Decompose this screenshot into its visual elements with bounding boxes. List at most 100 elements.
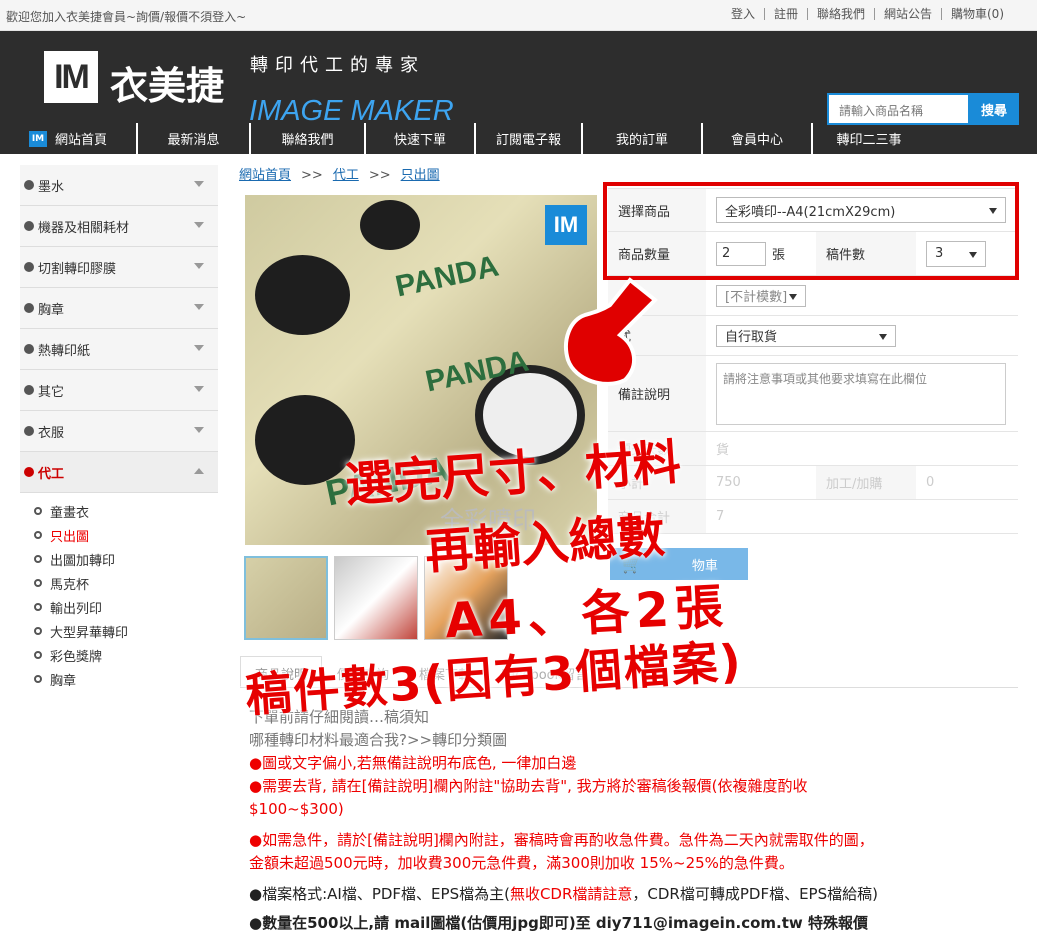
bullet-icon xyxy=(24,385,34,395)
days-value: 貨 xyxy=(716,443,730,458)
main-nav: IM 網站首頁 最新消息 聯絡我們 快速下單 訂閱電子報 我的訂單 會員中心 轉印… xyxy=(0,123,1037,154)
ring-bullet-icon xyxy=(34,579,42,587)
desc-warning: 無收CDR檔請註意 xyxy=(509,885,633,903)
nav-member-center[interactable]: 會員中心 xyxy=(703,123,813,154)
bullet-icon xyxy=(24,344,34,354)
panda-sticker-image xyxy=(255,255,350,335)
delivery-select[interactable]: 自行取貨 xyxy=(716,324,896,347)
search-button[interactable]: 搜尋 xyxy=(969,93,1019,125)
nav-transfer-tips[interactable]: 轉印二三事 xyxy=(813,123,925,154)
category-oem[interactable]: 代工 xyxy=(20,452,218,493)
breadcrumb-current[interactable]: 只出圖 xyxy=(401,168,440,183)
sub-badge[interactable]: 胸章 xyxy=(34,667,218,691)
category-label: 機器及相關耗材 xyxy=(38,220,130,236)
delivery-value: 自行取貨 xyxy=(725,330,778,345)
logo-slogan: 轉印代工的專家 xyxy=(250,55,425,76)
sub-print-transfer[interactable]: 出圖加轉印 xyxy=(34,547,218,571)
sub-sublimation[interactable]: 大型昇華轉印 xyxy=(34,619,218,643)
category-label: 衣服 xyxy=(38,425,65,441)
category-clothes[interactable]: 衣服 xyxy=(20,411,218,452)
chevron-up-icon xyxy=(194,468,204,474)
product-description: 下單前請仔細閱讀…稿須知 哪種轉印材料最適合我?>>轉印分類圖 ●圖或文字偏小,… xyxy=(249,706,1009,935)
mold-value: [不計模數] xyxy=(725,290,788,305)
bullet-icon xyxy=(24,303,34,313)
caret-down-icon xyxy=(789,293,797,300)
desc-line: 金額未超過500元時，加收費300元急件費，滿300則加收 15%~25%的急件… xyxy=(249,854,794,872)
panda-text: PANDA xyxy=(392,249,502,304)
sub-medal[interactable]: 彩色獎牌 xyxy=(34,643,218,667)
cart-button-label: 物車 xyxy=(691,558,718,574)
bullet-icon xyxy=(24,426,34,436)
nav-newsletter[interactable]: 訂閱電子報 xyxy=(476,123,583,154)
ring-bullet-icon xyxy=(34,603,42,611)
chevron-down-icon xyxy=(194,304,204,310)
sub-output-print[interactable]: 輸出列印 xyxy=(34,595,218,619)
sub-print-only[interactable]: 只出圖 xyxy=(34,523,218,547)
pointing-hand-icon xyxy=(564,277,658,386)
chevron-down-icon xyxy=(194,263,204,269)
logo-name[interactable]: 衣美捷 xyxy=(110,55,224,110)
desc-line: ●需要去背, 請在[備註說明]欄內附註"協助去背", 我方將於審稿後報價(依複雜… xyxy=(249,777,808,795)
contact-link[interactable]: 聯絡我們 xyxy=(806,8,874,20)
remark-textarea[interactable]: 請將注意事項或其他要求填寫在此欄位 xyxy=(716,362,1006,425)
thumbnail-1[interactable] xyxy=(244,556,328,640)
nav-my-orders[interactable]: 我的訂單 xyxy=(583,123,703,154)
breadcrumb-home[interactable]: 網站首頁 xyxy=(239,168,291,183)
sub-kids-drawing[interactable]: 童畫衣 xyxy=(34,499,218,523)
category-transfer-paper[interactable]: 熱轉印紙 xyxy=(20,329,218,370)
bullet-icon xyxy=(24,262,34,272)
search-input[interactable]: 請輸入商品名稱 xyxy=(827,93,970,125)
category-ink[interactable]: 墨水 xyxy=(20,165,218,206)
sub-label: 大型昇華轉印 xyxy=(50,625,129,641)
thumbnail-2[interactable] xyxy=(334,556,418,640)
desc-line[interactable]: 哪種轉印材料最適合我?>>轉印分類圖 xyxy=(249,729,1009,752)
logo-mark[interactable]: IM xyxy=(44,51,98,103)
category-label: 胸章 xyxy=(38,302,65,318)
breadcrumb-sep: >> xyxy=(368,168,391,183)
category-machines[interactable]: 機器及相關耗材 xyxy=(20,206,218,247)
mold-select[interactable]: [不計模數] xyxy=(716,284,806,307)
delivery-cell: 自行取貨 xyxy=(706,324,1018,347)
breadcrumb: 網站首頁 >> 代工 >> 只出圖 xyxy=(239,164,440,183)
chevron-down-icon xyxy=(194,345,204,351)
remark-cell: 請將注意事項或其他要求填寫在此欄位 xyxy=(706,362,1018,425)
ring-bullet-icon xyxy=(34,531,42,539)
category-label: 墨水 xyxy=(38,179,65,195)
extra-value: 0 xyxy=(926,475,935,490)
total-row: 商品合計 7 xyxy=(608,500,1018,534)
sub-mug[interactable]: 馬克杯 xyxy=(34,571,218,595)
subtotal-value: 750 xyxy=(716,475,741,490)
highlight-box xyxy=(603,182,1019,280)
bullet-icon xyxy=(24,467,34,477)
ring-bullet-icon xyxy=(34,555,42,563)
sub-label: 出圖加轉印 xyxy=(50,553,116,569)
sub-label: 彩色獎牌 xyxy=(50,649,103,665)
desc-line: ●圖或文字偏小,若無備註說明布底色, 一律加白邊 xyxy=(249,754,577,772)
login-link[interactable]: 登入 xyxy=(722,8,764,20)
nav-quick-order[interactable]: 快速下單 xyxy=(366,123,476,154)
desc-text: ，CDR檔可轉成PDF檔、EPS檔給稿) xyxy=(632,885,878,903)
nav-contact[interactable]: 聯絡我們 xyxy=(251,123,366,154)
ring-bullet-icon xyxy=(34,651,42,659)
sub-label: 只出圖 xyxy=(50,529,90,545)
category-film[interactable]: 切割轉印膠膜 xyxy=(20,247,218,288)
image-logo: IM xyxy=(545,205,587,245)
sub-label: 馬克杯 xyxy=(50,577,90,593)
breadcrumb-oem[interactable]: 代工 xyxy=(333,168,359,183)
announcement-link[interactable]: 網站公告 xyxy=(873,8,941,20)
chevron-down-icon xyxy=(194,427,204,433)
sub-label: 童畫衣 xyxy=(50,505,90,521)
nav-news[interactable]: 最新消息 xyxy=(138,123,251,154)
sub-label: 輸出列印 xyxy=(50,601,103,617)
chevron-down-icon xyxy=(194,222,204,228)
register-link[interactable]: 註冊 xyxy=(763,8,807,20)
cart-link[interactable]: 購物車(0) xyxy=(941,8,1013,20)
category-label: 切割轉印膠膜 xyxy=(38,261,117,277)
category-badges[interactable]: 胸章 xyxy=(20,288,218,329)
category-other[interactable]: 其它 xyxy=(20,370,218,411)
desc-line: ●檔案格式:AI檔、PDF檔、EPS檔為主(無收CDR檔請註意，CDR檔可轉成P… xyxy=(249,883,1009,906)
home-icon: IM xyxy=(28,130,47,147)
nav-home[interactable]: IM 網站首頁 xyxy=(0,123,138,154)
caret-down-icon xyxy=(879,333,887,340)
category-label: 代工 xyxy=(38,466,65,482)
